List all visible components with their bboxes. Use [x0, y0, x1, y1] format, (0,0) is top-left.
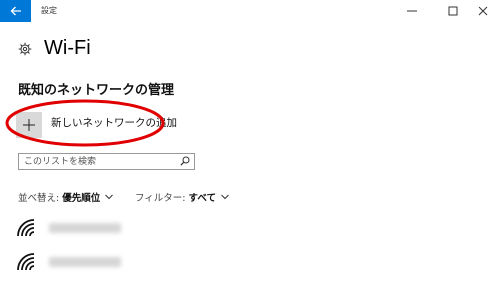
back-button[interactable]: [0, 0, 31, 22]
sort-dropdown[interactable]: 並べ替え: 優先順位: [18, 190, 114, 204]
wifi-icon: [17, 253, 35, 271]
sort-caption: 並べ替え:: [18, 193, 60, 204]
network-list-item[interactable]: [17, 219, 121, 237]
title-bar: 設定: [0, 0, 500, 22]
network-name-redacted: [49, 257, 121, 267]
network-name-redacted: [49, 223, 121, 233]
gear-icon: [18, 42, 32, 55]
filter-dropdown[interactable]: フィルター: すべて: [135, 190, 229, 204]
chevron-down-icon: [221, 194, 229, 200]
wifi-icon: [17, 219, 35, 237]
minimize-button[interactable]: [397, 0, 427, 22]
minimize-icon: [407, 10, 417, 12]
search-icon[interactable]: [180, 156, 190, 166]
sort-value: 優先順位: [62, 193, 101, 204]
search-input[interactable]: [24, 155, 174, 168]
search-field[interactable]: [18, 153, 195, 170]
window-title: 設定: [41, 6, 57, 15]
section-heading: 既知のネットワークの管理: [18, 83, 175, 98]
chevron-down-icon: [105, 194, 114, 200]
annotation-ellipse: [5, 99, 165, 147]
filter-caption: フィルター:: [135, 193, 186, 204]
page-title: Wi-Fi: [44, 37, 91, 59]
page-header: Wi-Fi: [18, 37, 91, 60]
network-list-item[interactable]: [17, 253, 121, 271]
close-button[interactable]: [468, 0, 498, 22]
close-icon: [478, 6, 488, 16]
maximize-button[interactable]: [438, 0, 468, 22]
filter-value: すべて: [188, 193, 216, 204]
maximize-icon: [448, 6, 458, 16]
back-arrow-icon: [10, 6, 21, 16]
